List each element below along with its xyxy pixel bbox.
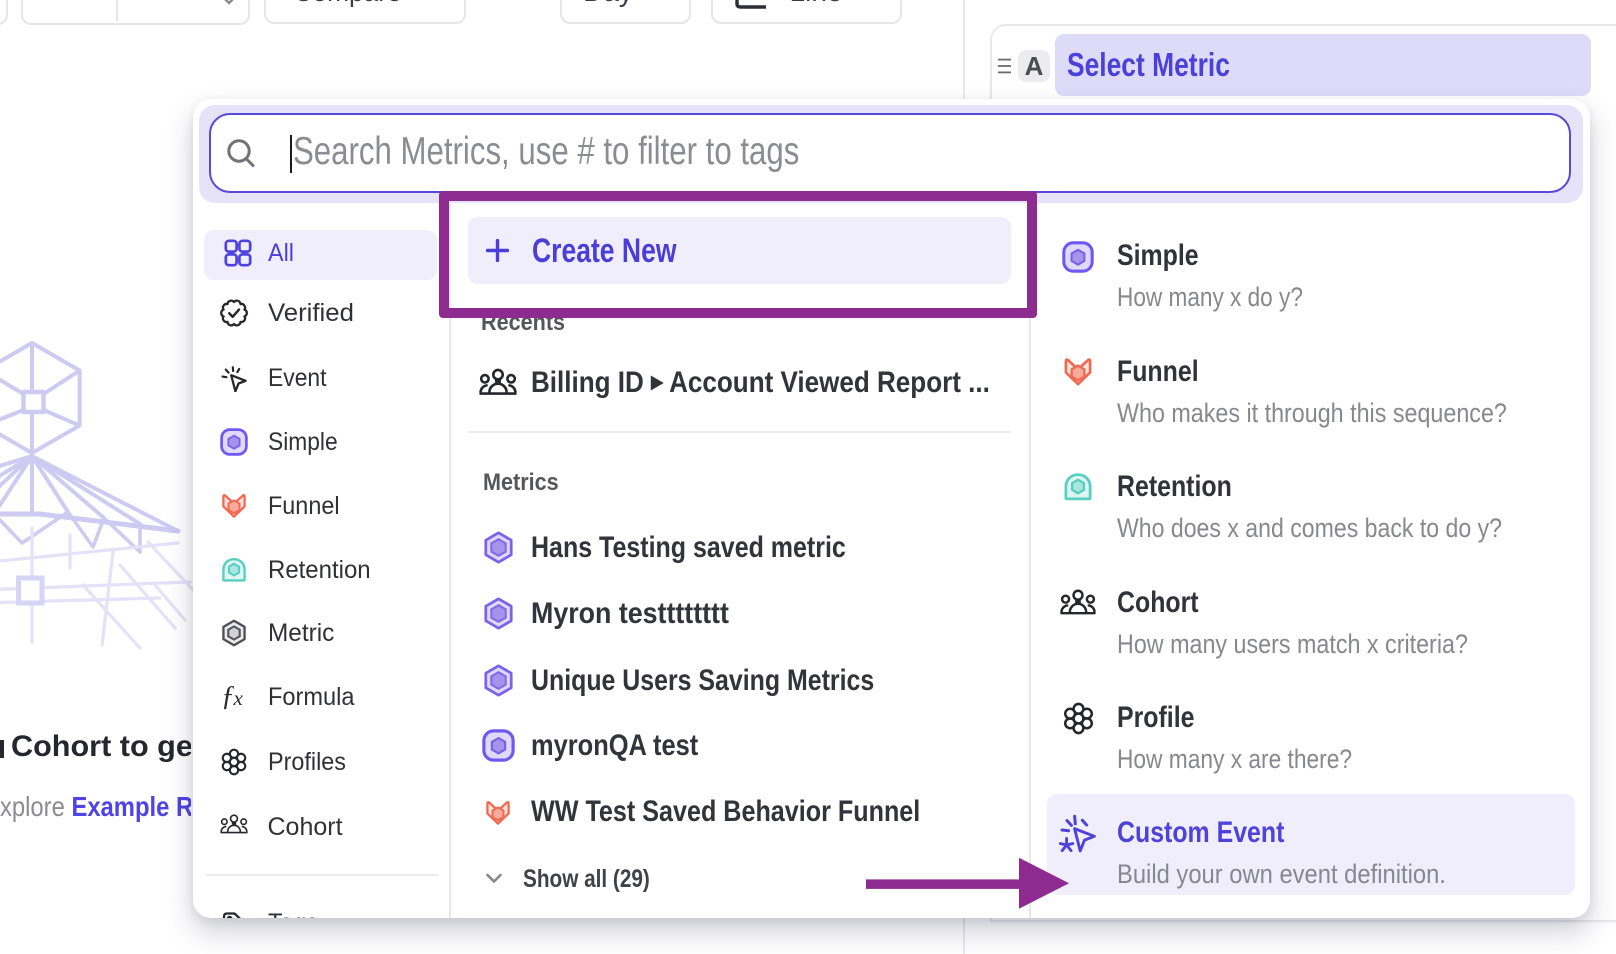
svg-text:x: x (233, 686, 244, 710)
